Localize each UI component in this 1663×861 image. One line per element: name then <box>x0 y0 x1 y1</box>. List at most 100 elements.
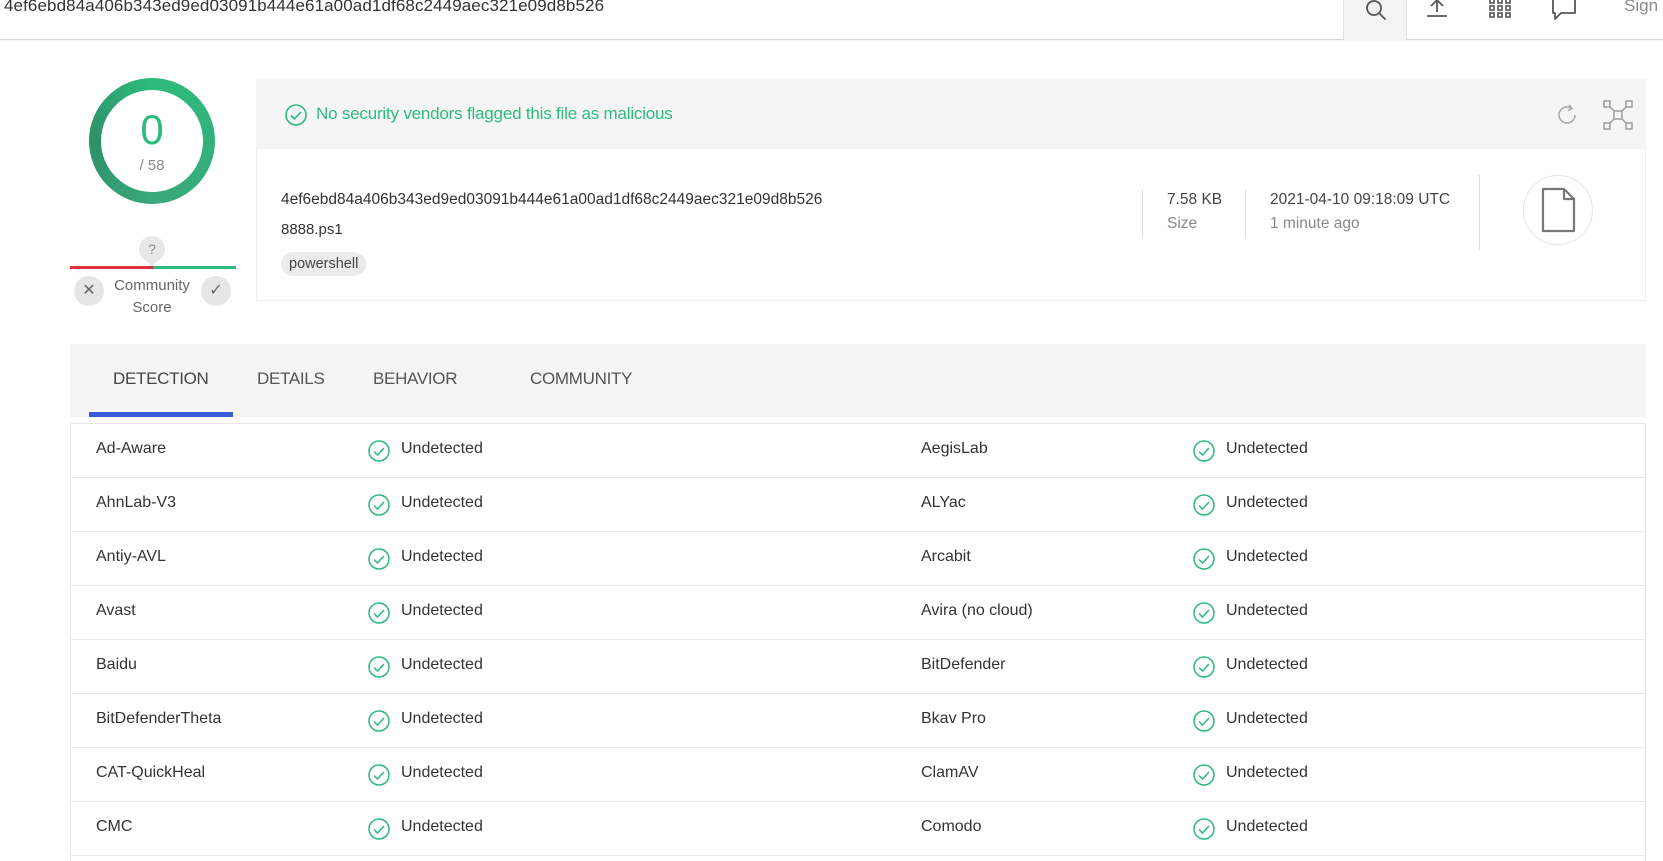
detection-result: Undetected <box>1226 710 1308 727</box>
detection-result: Undetected <box>401 764 483 781</box>
upload-icon <box>1427 0 1447 17</box>
detection-result: Undetected <box>1226 494 1308 511</box>
vendor-name: Avast <box>96 602 136 619</box>
chat-icon <box>1552 0 1576 20</box>
detection-result: Undetected <box>401 710 483 727</box>
analysis-relative-time: 1 minute ago <box>1270 215 1360 232</box>
table-row: Avast Undetected Avira (no cloud) Undetecte… <box>71 586 1645 640</box>
detection-result: Undetected <box>401 440 483 457</box>
check-circle-icon <box>367 547 391 576</box>
detection-result: Undetected <box>401 818 483 835</box>
file-tag[interactable]: powershell <box>281 252 367 276</box>
table-row: BitDefenderTheta Undetected Bkav Pro Undete… <box>71 694 1645 748</box>
file-icon <box>1541 187 1576 233</box>
check-circle-icon <box>1192 439 1216 468</box>
check-circle-icon <box>1192 655 1216 684</box>
analysis-date: 2021-04-10 09:18:09 UTC <box>1270 191 1451 208</box>
vendor-name: Avira (no cloud) <box>921 602 1033 619</box>
file-size-label: Size <box>1167 215 1198 232</box>
table-row: Ad-Aware Undetected AegisLab Undetected <box>71 424 1645 478</box>
divider <box>1142 189 1143 237</box>
vendor-name: Bkav Pro <box>921 710 986 727</box>
file-hash[interactable]: 4ef6ebd84a406b343ed9ed03091b444e61a00ad1… <box>281 191 822 209</box>
table-row: Antiy-AVL Undetected Arcabit Undetected <box>71 532 1645 586</box>
vendor-name: Antiy-AVL <box>96 548 166 565</box>
check-circle-icon <box>1192 709 1216 738</box>
check-circle-icon <box>1192 493 1216 522</box>
community-bar-negative <box>70 266 153 269</box>
community-downvote-button[interactable]: ✕ <box>74 276 104 306</box>
sign-in-link[interactable]: Sign <box>1624 0 1658 16</box>
detection-result: Undetected <box>1226 656 1308 673</box>
check-circle-icon <box>367 439 391 468</box>
search-button[interactable] <box>1343 0 1407 40</box>
file-info-card: 4ef6ebd84a406b343ed9ed03091b444e61a00ad1… <box>256 149 1646 301</box>
tab-behavior[interactable]: BEHAVIOR <box>373 369 458 389</box>
detection-result: Undetected <box>401 494 483 511</box>
tab-detection[interactable]: DETECTION <box>113 369 209 389</box>
verdict-message: No security vendors flagged this file as… <box>316 104 673 123</box>
community-score-label: Community Score <box>104 275 200 319</box>
score-inner: 0 / 58 <box>101 90 203 192</box>
detection-result: Undetected <box>1226 548 1308 565</box>
community-help-icon[interactable]: ? <box>139 236 165 267</box>
file-name: 8888.ps1 <box>281 221 343 238</box>
vendor-name: AegisLab <box>921 440 988 457</box>
graph-icon[interactable] <box>1602 99 1634 131</box>
community-upvote-button[interactable]: ✓ <box>201 276 231 306</box>
vendor-name: AhnLab-V3 <box>96 494 177 511</box>
vendor-name: ALYac <box>921 494 966 511</box>
check-circle-icon <box>367 817 391 846</box>
detection-result: Undetected <box>401 548 483 565</box>
vendor-name: CAT-QuickHeal <box>96 764 206 781</box>
community-label-line1: Community <box>114 277 190 294</box>
vendor-name: Ad-Aware <box>96 440 166 457</box>
detection-result: Undetected <box>401 656 483 673</box>
check-circle-icon <box>1192 817 1216 846</box>
vendor-name: BitDefenderTheta <box>96 710 222 727</box>
tab-community[interactable]: COMMUNITY <box>530 369 632 389</box>
check-circle-icon <box>1192 763 1216 792</box>
check-circle-icon <box>367 763 391 792</box>
community-bar-positive <box>153 266 236 269</box>
vendor-name: Baidu <box>96 656 137 673</box>
grid-icon <box>1489 0 1511 18</box>
table-row: AhnLab-V3 Undetected ALYac Undetected <box>71 478 1645 532</box>
vendor-name: ClamAV <box>921 764 979 781</box>
detection-result: Undetected <box>401 602 483 619</box>
table-row: CAT-QuickHeal Undetected ClamAV Undetected <box>71 748 1645 802</box>
refresh-icon[interactable] <box>1553 101 1581 129</box>
upload-button[interactable] <box>1418 0 1458 28</box>
search-query-text[interactable]: 4ef6ebd84a406b343ed9ed03091b444e61a00ad1… <box>4 0 604 16</box>
check-circle-icon <box>285 104 307 126</box>
community-label-line2: Score <box>132 299 172 316</box>
table-row: CMC Undetected Comodo Undetected <box>71 802 1645 856</box>
check-circle-icon <box>367 709 391 738</box>
table-row: Baidu Undetected BitDefender Undetected <box>71 640 1645 694</box>
tab-bar: DETECTION DETAILS BEHAVIOR COMMUNITY <box>70 344 1646 417</box>
detection-result: Undetected <box>1226 818 1308 835</box>
divider <box>1479 175 1480 251</box>
vendor-name: Arcabit <box>921 548 971 565</box>
apps-button[interactable] <box>1481 0 1521 28</box>
detection-count: 0 <box>140 106 164 153</box>
check-circle-icon <box>1192 547 1216 576</box>
detection-table: Ad-Aware Undetected AegisLab Undetected AhnL… <box>70 423 1646 861</box>
chat-button[interactable] <box>1545 0 1585 28</box>
verdict-banner: No security vendors flagged this file as… <box>256 79 1646 149</box>
top-bar: 4ef6ebd84a406b343ed9ed03091b444e61a00ad1… <box>0 0 1663 40</box>
check-circle-icon <box>367 601 391 630</box>
vendor-name: CMC <box>96 818 133 835</box>
vendor-name: BitDefender <box>921 656 1006 673</box>
vendor-name: Comodo <box>921 818 982 835</box>
file-size-value: 7.58 KB <box>1167 191 1223 208</box>
check-circle-icon <box>1192 601 1216 630</box>
detection-result: Undetected <box>1226 440 1308 457</box>
file-type-badge <box>1523 175 1593 245</box>
detection-result: Undetected <box>1226 764 1308 781</box>
active-tab-indicator <box>89 412 233 417</box>
check-circle-icon <box>367 493 391 522</box>
tab-details[interactable]: DETAILS <box>257 369 325 389</box>
check-circle-icon <box>367 655 391 684</box>
detection-result: Undetected <box>1226 602 1308 619</box>
